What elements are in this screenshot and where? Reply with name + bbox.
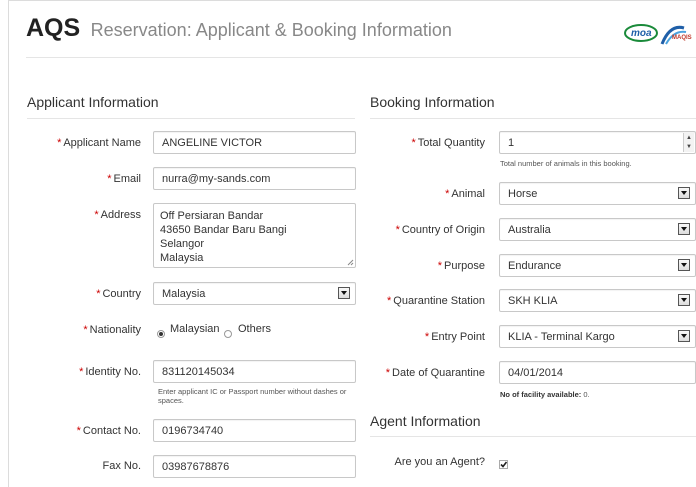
spinner-up-icon[interactable]: ▲ <box>686 135 692 141</box>
address-line: 43650 Bandar Baru Bangi <box>160 224 287 236</box>
nationality-option-malaysian[interactable]: Malaysian <box>170 323 220 335</box>
resize-grip-icon[interactable] <box>347 259 354 266</box>
origin-select[interactable]: Australia <box>499 218 696 241</box>
entry-label: * Entry Point <box>424 331 485 343</box>
chevron-down-icon[interactable] <box>678 330 690 342</box>
quantity-help-text: Total number of animals in this booking. <box>500 159 632 168</box>
nationality-label: * Nationality <box>83 324 141 336</box>
booking-section-divider <box>370 118 696 119</box>
facility-help-text: No of facility available: 0. <box>500 390 590 399</box>
applicant-section-title: Applicant Information <box>27 94 159 110</box>
chevron-down-icon[interactable] <box>338 287 350 299</box>
station-select-value: SKH KLIA <box>508 295 558 307</box>
country-select-value: Malaysia <box>162 288 206 300</box>
nationality-radio-malaysian[interactable] <box>157 330 165 338</box>
page-subtitle: Reservation: Applicant & Booking Informa… <box>90 20 452 40</box>
station-select[interactable]: SKH KLIA <box>499 289 696 312</box>
is-agent-label: Are you an Agent? <box>394 456 485 468</box>
entry-select[interactable]: KLIA - Terminal Kargo <box>499 325 696 348</box>
chevron-down-icon[interactable] <box>678 223 690 235</box>
moa-maqis-logo: moa MAQIS <box>624 22 696 48</box>
booking-section-title: Booking Information <box>370 94 495 110</box>
address-line: Off Persiaran Bandar <box>160 210 264 222</box>
entry-select-value: KLIA - Terminal Kargo <box>508 331 615 343</box>
chevron-down-icon[interactable] <box>678 259 690 271</box>
is-agent-checkbox[interactable] <box>499 460 508 469</box>
purpose-select-value: Endurance <box>508 260 562 272</box>
nationality-option-others[interactable]: Others <box>238 323 271 335</box>
title-divider <box>26 57 696 58</box>
spinner-down-icon[interactable]: ▼ <box>686 144 692 150</box>
checkmark-icon <box>500 461 508 468</box>
logo-moa-text: moa <box>631 28 652 39</box>
quantity-spinner[interactable]: ▲ ▼ <box>683 133 694 152</box>
email-label: * Email <box>107 173 141 185</box>
country-select[interactable]: Malaysia <box>153 282 356 305</box>
address-line: Selangor <box>160 238 205 250</box>
origin-label: * Country of Origin <box>395 224 485 236</box>
fax-input[interactable]: 03987678876 <box>153 455 356 478</box>
origin-select-value: Australia <box>508 224 551 236</box>
purpose-select[interactable]: Endurance <box>499 254 696 277</box>
nationality-radio-others[interactable] <box>224 330 232 338</box>
applicant-name-label: * Applicant Name <box>57 137 141 149</box>
fax-label: Fax No. <box>102 460 141 472</box>
quantity-label: * Total Quantity <box>411 137 485 149</box>
identity-input[interactable]: 831120145034 <box>153 360 356 383</box>
purpose-label: * Purpose <box>437 260 485 272</box>
agent-section-divider <box>370 436 696 437</box>
country-label: * Country <box>96 288 141 300</box>
address-textarea[interactable]: Off Persiaran Bandar 43650 Bandar Baru B… <box>153 203 356 268</box>
agent-section-title: Agent Information <box>370 413 481 429</box>
address-label: * Address <box>94 209 141 221</box>
email-input[interactable]: nurra@my-sands.com <box>153 167 356 190</box>
chevron-down-icon[interactable] <box>678 294 690 306</box>
brand-title: AQS <box>26 14 81 42</box>
address-line: Malaysia <box>160 252 204 264</box>
contact-input[interactable]: 0196734740 <box>153 419 356 442</box>
page-title: AQS Reservation: Applicant & Booking Inf… <box>26 14 452 43</box>
contact-label: * Contact No. <box>76 425 141 437</box>
identity-help-text: Enter applicant IC or Passport number wi… <box>158 387 347 405</box>
chevron-down-icon[interactable] <box>678 187 690 199</box>
animal-select[interactable]: Horse <box>499 182 696 205</box>
applicant-section-divider <box>27 118 355 119</box>
identity-label: * Identity No. <box>79 366 141 378</box>
animal-select-value: Horse <box>508 188 538 200</box>
quantity-value: 1 <box>508 137 515 149</box>
logo-maqis-text: MAQIS <box>672 35 692 41</box>
date-input[interactable]: 04/01/2014 <box>499 361 696 384</box>
date-label: * Date of Quarantine <box>385 367 485 379</box>
applicant-name-input[interactable]: ANGELINE VICTOR <box>153 131 356 154</box>
animal-label: * Animal <box>445 188 485 200</box>
station-label: * Quarantine Station <box>386 295 485 307</box>
quantity-stepper[interactable]: 1 ▲ ▼ <box>499 131 696 154</box>
